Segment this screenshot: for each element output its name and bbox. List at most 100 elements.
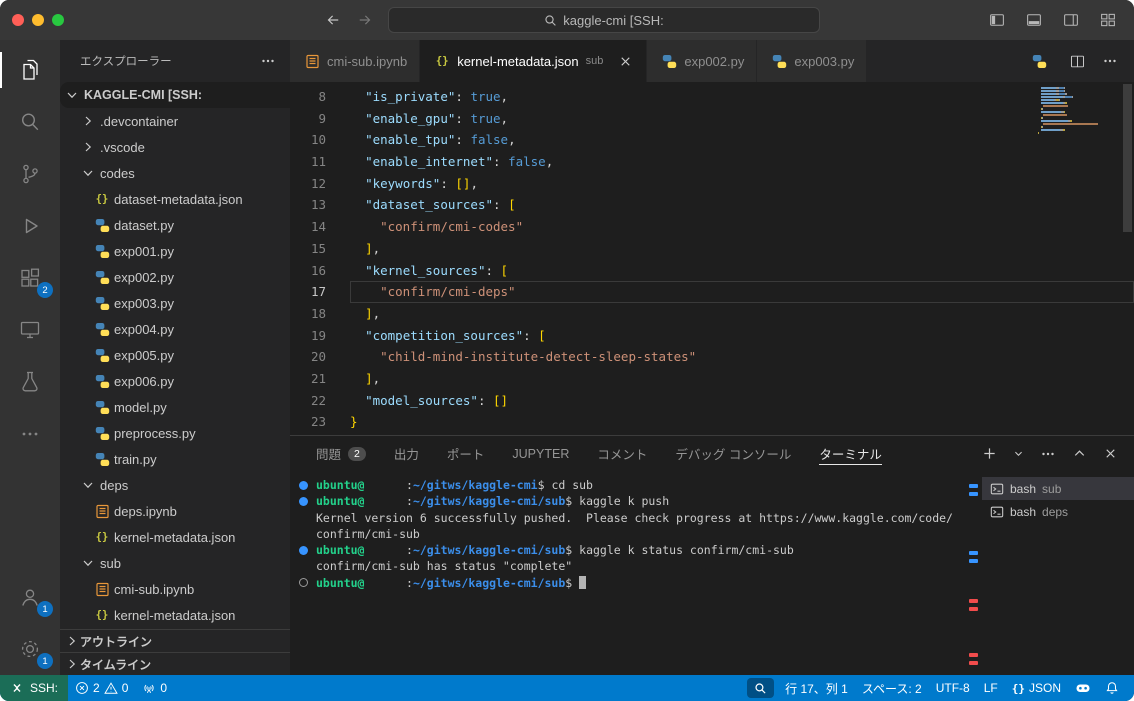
tree-item-file[interactable]: exp002.py xyxy=(60,264,290,290)
activity-explorer-button[interactable] xyxy=(0,44,60,96)
tree-item-folder[interactable]: .devcontainer xyxy=(60,108,290,134)
code-editor[interactable]: 891011121314151617181920212223 "is_priva… xyxy=(290,82,1134,435)
command-decoration-success[interactable] xyxy=(299,546,308,555)
panel-tab-デバッグ コンソール[interactable]: デバッグ コンソール xyxy=(675,436,791,471)
line-number: 16 xyxy=(290,260,342,282)
line-number: 9 xyxy=(290,108,342,130)
command-decoration-success[interactable] xyxy=(299,481,308,490)
zoom-window-button[interactable] xyxy=(52,14,64,26)
tree-item-folder[interactable]: codes xyxy=(60,160,290,186)
tree-item-folder[interactable]: deps xyxy=(60,472,290,498)
panel-more-actions-icon[interactable] xyxy=(1040,446,1056,462)
error-icon xyxy=(75,681,89,695)
encoding-status[interactable]: UTF-8 xyxy=(929,675,977,701)
tree-item-file[interactable]: model.py xyxy=(60,394,290,420)
toggle-panel-icon[interactable] xyxy=(1022,8,1046,32)
tree-item-file[interactable]: {}dataset-metadata.json xyxy=(60,186,290,212)
activity-source-control-button[interactable] xyxy=(0,148,60,200)
activity-settings-button[interactable]: 1 xyxy=(0,623,60,675)
eol-status[interactable]: LF xyxy=(977,675,1005,701)
python-file-icon xyxy=(94,399,110,415)
code-line: "keywords": [], xyxy=(350,173,1134,195)
panel-tab-badge: 2 xyxy=(348,447,366,461)
editor-scrollbar[interactable] xyxy=(1123,84,1132,232)
zoom-indicator[interactable] xyxy=(747,678,774,698)
indentation-status[interactable]: スペース: 2 xyxy=(855,675,929,701)
tree-item-root[interactable]: KAGGLE-CMI [SSH: xyxy=(60,82,290,108)
new-terminal-icon[interactable] xyxy=(982,446,997,461)
terminal-profile-dropdown-icon[interactable] xyxy=(1013,448,1024,459)
terminal-tab-sub[interactable]: bashsub xyxy=(982,477,1134,500)
tree-item-file[interactable]: dataset.py xyxy=(60,212,290,238)
command-center[interactable]: kaggle-cmi [SSH: xyxy=(388,7,820,33)
tree-item-label: exp005.py xyxy=(114,348,174,363)
activity-search-button[interactable] xyxy=(0,96,60,148)
tree-item-file[interactable]: deps.ipynb xyxy=(60,498,290,524)
editor-tab-kernel-metadata.json[interactable]: {}kernel-metadata.jsonsub xyxy=(420,40,647,82)
activity-remote-explorer-button[interactable] xyxy=(0,304,60,356)
editor-actions xyxy=(1053,40,1134,82)
tree-item-file[interactable]: preprocess.py xyxy=(60,420,290,446)
sidebar-section-header[interactable]: タイムライン xyxy=(60,652,290,675)
editor-more-actions-icon[interactable] xyxy=(1102,53,1118,69)
tree-item-file[interactable]: {}kernel-metadata.json xyxy=(60,602,290,628)
split-editor-icon[interactable] xyxy=(1069,53,1086,70)
problems-status[interactable]: 2 0 xyxy=(68,675,135,701)
activity-run-debug-button[interactable] xyxy=(0,200,60,252)
tree-item-file[interactable]: exp005.py xyxy=(60,342,290,368)
editor-tab-partial[interactable] xyxy=(1025,40,1053,82)
tree-item-file[interactable]: {}kernel-metadata.json xyxy=(60,524,290,550)
tree-item-file[interactable]: exp001.py xyxy=(60,238,290,264)
activity-extensions-button[interactable]: 2 xyxy=(0,252,60,304)
toggle-secondary-sidebar-icon[interactable] xyxy=(1059,8,1083,32)
command-decoration-prompt[interactable] xyxy=(299,578,308,587)
tree-item-file[interactable]: exp003.py xyxy=(60,290,290,316)
tree-item-label: exp001.py xyxy=(114,244,174,259)
file-tree: KAGGLE-CMI [SSH:.devcontainer.vscodecode… xyxy=(60,82,290,629)
tree-item-file[interactable]: exp004.py xyxy=(60,316,290,342)
go-forward-button[interactable] xyxy=(354,9,376,31)
panel-tab-出力[interactable]: 出力 xyxy=(394,436,419,471)
maximize-panel-icon[interactable] xyxy=(1072,446,1087,461)
tree-item-file[interactable]: exp006.py xyxy=(60,368,290,394)
command-decoration-success[interactable] xyxy=(299,497,308,506)
tree-item-label: preprocess.py xyxy=(114,426,196,441)
tree-item-folder[interactable]: .vscode xyxy=(60,134,290,160)
language-mode-status[interactable]: {} JSON xyxy=(1005,675,1068,701)
encoding-label: UTF-8 xyxy=(936,681,970,695)
tree-item-folder[interactable]: sub xyxy=(60,550,290,576)
editor-tab-exp002.py[interactable]: exp002.py xyxy=(647,40,757,82)
copilot-status[interactable] xyxy=(1068,675,1098,701)
explorer-more-actions-icon[interactable] xyxy=(260,53,276,69)
terminal-scrollbar[interactable] xyxy=(966,471,982,675)
editor-tab-cmi-sub.ipynb[interactable]: cmi-sub.ipynb xyxy=(290,40,420,82)
terminal-viewport[interactable]: ubuntu@ :~/gitws/kaggle-cmi$ cd sububunt… xyxy=(290,471,966,675)
activity-accounts-button[interactable]: 1 xyxy=(0,571,60,623)
sidebar-section-header[interactable]: アウトライン xyxy=(60,629,290,652)
terminal-tab-deps[interactable]: bashdeps xyxy=(982,500,1134,523)
panel-tab-ターミナル[interactable]: ターミナル xyxy=(819,436,882,471)
minimap[interactable] xyxy=(1038,87,1116,135)
panel-tab-ポート[interactable]: ポート xyxy=(447,436,485,471)
tree-item-file[interactable]: cmi-sub.ipynb xyxy=(60,576,290,602)
panel-tab-コメント[interactable]: コメント xyxy=(597,436,647,471)
error-count: 2 xyxy=(93,681,100,695)
panel-tab-問題[interactable]: 問題2 xyxy=(316,436,366,471)
close-window-button[interactable] xyxy=(12,14,24,26)
customize-layout-icon[interactable] xyxy=(1096,8,1120,32)
go-back-button[interactable] xyxy=(322,9,344,31)
minimize-window-button[interactable] xyxy=(32,14,44,26)
ports-status[interactable]: 0 xyxy=(135,675,174,701)
tree-item-file[interactable]: train.py xyxy=(60,446,290,472)
activity-testing-button[interactable] xyxy=(0,356,60,408)
close-panel-icon[interactable] xyxy=(1103,446,1118,461)
terminal-line: ubuntu@ :~/gitws/kaggle-cmi$ cd sub xyxy=(316,477,966,493)
editor-tab-exp003.py[interactable]: exp003.py xyxy=(757,40,867,82)
tab-close-button[interactable] xyxy=(616,52,634,70)
activity-more-button[interactable] xyxy=(0,408,60,460)
remote-indicator[interactable]: SSH: xyxy=(0,675,68,701)
toggle-primary-sidebar-icon[interactable] xyxy=(985,8,1009,32)
panel-tab-JUPYTER[interactable]: JUPYTER xyxy=(512,436,569,471)
notifications-status[interactable] xyxy=(1098,675,1126,701)
cursor-position-status[interactable]: 行 17、列 1 xyxy=(778,675,855,701)
